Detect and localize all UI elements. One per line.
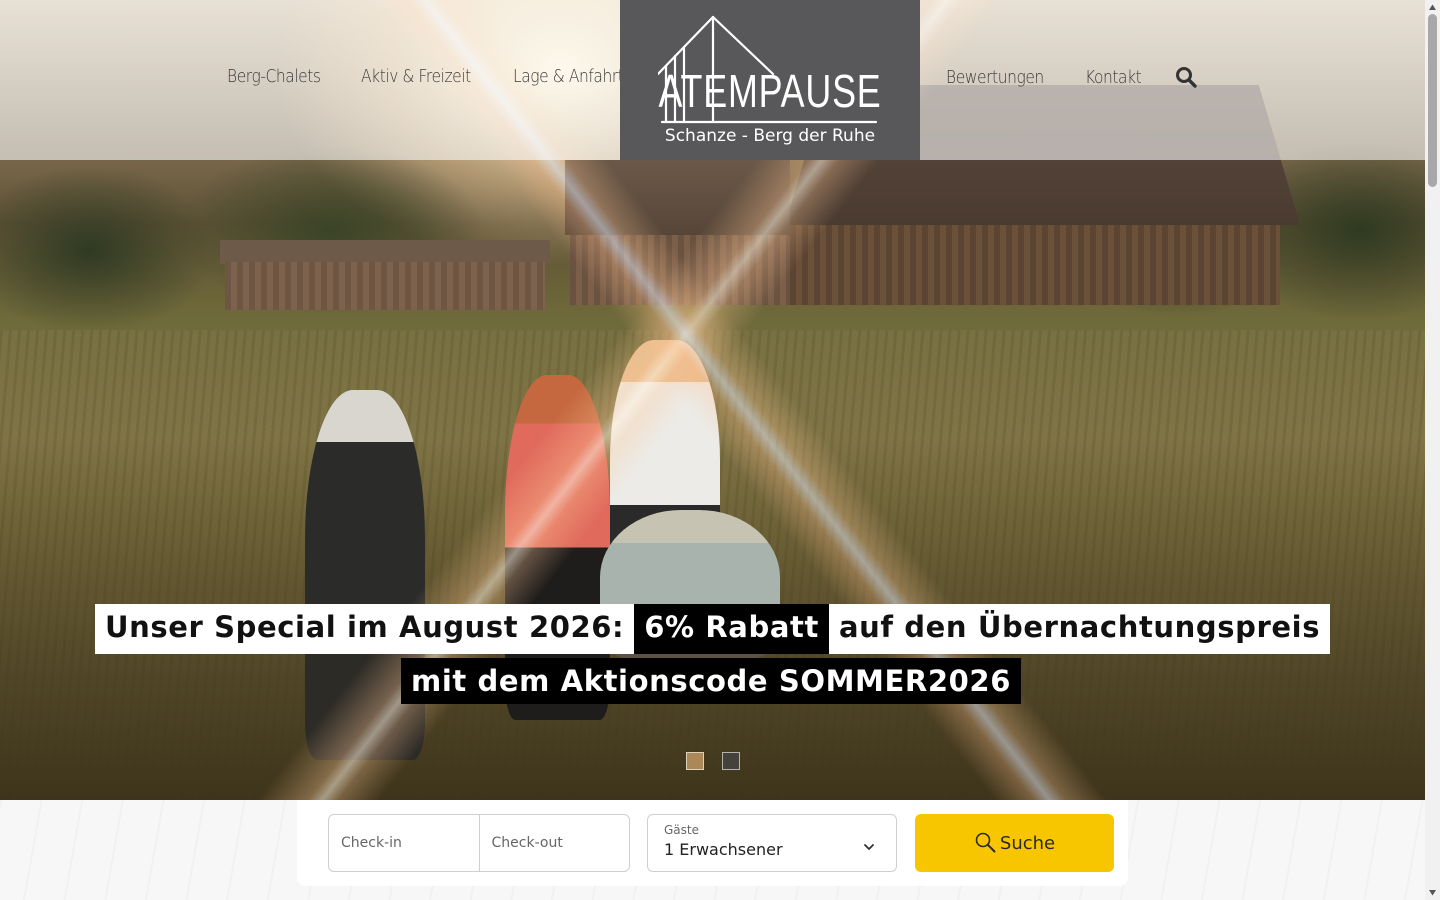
logo-tagline: Schanze - Berg der Ruhe <box>664 126 876 146</box>
site-logo[interactable]: ATEMPAUSE Schanze - Berg der Ruhe <box>620 0 920 160</box>
search-icon[interactable] <box>1175 66 1197 88</box>
checkout-field[interactable]: Check-out <box>478 815 630 871</box>
page-scrollbar[interactable] <box>1425 0 1440 900</box>
promo-text: Unser Special im August 2026: <box>95 604 635 654</box>
main-nav-right: Bewertungen Kontakt <box>946 66 1197 88</box>
nav-link-aktiv-freizeit[interactable]: Aktiv & Freizeit <box>361 66 471 87</box>
scroll-down-arrow-icon[interactable] <box>1428 888 1437 897</box>
nav-link-kontakt[interactable]: Kontakt <box>1085 67 1142 88</box>
search-button[interactable]: Suche <box>915 814 1114 872</box>
search-button-label: Suche <box>999 832 1056 854</box>
scrollbar-thumb[interactable] <box>1428 14 1437 187</box>
promo-code-text: mit dem Aktionscode SOMMER2026 <box>401 658 1021 704</box>
guests-value: 1 Erwachsener <box>664 840 783 859</box>
checkin-field[interactable]: Check-in <box>329 815 479 871</box>
slider-dot-2[interactable] <box>722 752 740 770</box>
chevron-down-icon <box>864 844 874 850</box>
nav-link-bewertungen[interactable]: Bewertungen <box>946 67 1044 88</box>
promo-text: auf den Übernachtungspreis <box>828 604 1331 654</box>
nav-link-lage-anfahrt[interactable]: Lage & Anfahrt <box>513 66 624 87</box>
guests-select[interactable]: Gäste 1 Erwachsener <box>647 814 897 872</box>
promo-highlight: 6% Rabatt <box>634 604 829 654</box>
promo-banner-line-2: mit dem Aktionscode SOMMER2026 <box>401 658 1021 704</box>
booking-bar: Check-in Check-out Gäste 1 Erwachsener S… <box>297 800 1128 886</box>
search-icon <box>975 832 996 853</box>
slider-pagination <box>686 752 740 770</box>
promo-banner-line-1: Unser Special im August 2026: 6% Rabatt … <box>95 604 1331 654</box>
logo-wordmark: ATEMPAUSE <box>658 65 882 117</box>
slider-dot-1[interactable] <box>686 752 704 770</box>
main-nav-left: Berg-Chalets Aktiv & Freizeit Lage & Anf… <box>227 66 642 87</box>
guests-label: Gäste <box>664 823 699 837</box>
site-header: Berg-Chalets Aktiv & Freizeit Lage & Anf… <box>0 0 1425 160</box>
date-range-picker: Check-in Check-out <box>328 814 630 872</box>
nav-link-berg-chalets[interactable]: Berg-Chalets <box>227 66 321 87</box>
scroll-up-arrow-icon[interactable] <box>1428 3 1437 12</box>
